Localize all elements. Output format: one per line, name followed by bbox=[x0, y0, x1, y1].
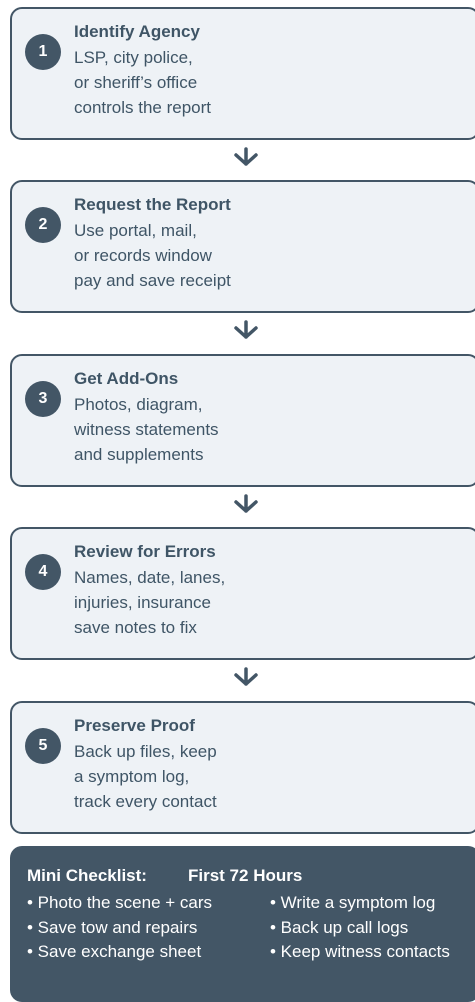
checklist-item: • Save exchange sheet bbox=[27, 942, 202, 961]
step-text-line: or records window bbox=[74, 246, 212, 265]
step-text-line: injuries, insurance bbox=[74, 593, 212, 612]
step-title: Get Add-Ons bbox=[74, 369, 179, 388]
step-number-badge: 2 bbox=[25, 207, 61, 243]
arrow-down-icon bbox=[234, 320, 258, 339]
step-text-line: Back up files, keep bbox=[74, 742, 217, 761]
step-text-line: Use portal, mail, bbox=[74, 221, 197, 240]
checklist-timeframe: First 72 Hours bbox=[188, 866, 303, 885]
step-text-line: or sheriff’s office bbox=[74, 73, 198, 92]
step-card-2: 2 Request the Report Use portal, mail, o… bbox=[10, 180, 475, 313]
step-title: Preserve Proof bbox=[74, 716, 195, 735]
checklist-item: • Keep witness contacts bbox=[270, 942, 450, 961]
checklist-item: • Photo the scene + cars bbox=[27, 893, 213, 912]
step-text-line: Names, date, lanes, bbox=[74, 568, 226, 587]
arrow-down-icon bbox=[234, 667, 258, 686]
step-text-line: save notes to fix bbox=[74, 618, 197, 637]
step-number-badge: 3 bbox=[25, 381, 61, 417]
step-title: Identify Agency bbox=[74, 22, 200, 41]
step-text-line: controls the report bbox=[74, 98, 212, 117]
step-number-badge: 5 bbox=[25, 728, 61, 764]
step-title: Review for Errors bbox=[74, 542, 216, 561]
step-title: Request the Report bbox=[74, 195, 231, 214]
step-text-line: witness statements bbox=[74, 420, 219, 439]
step-text-line: and supplements bbox=[74, 445, 204, 464]
step-card-3: 3 Get Add-Ons Photos, diagram, witness s… bbox=[10, 354, 475, 487]
step-text-line: a symptom log, bbox=[74, 767, 190, 786]
checklist-item: • Write a symptom log bbox=[270, 893, 436, 912]
step-text-line: track every contact bbox=[74, 792, 217, 811]
checklist-item: • Save tow and repairs bbox=[27, 918, 198, 937]
step-number-badge: 1 bbox=[25, 34, 61, 70]
step-text-line: LSP, city police, bbox=[74, 48, 193, 67]
checklist-title: Mini Checklist: bbox=[27, 866, 147, 885]
checklist-item: • Back up call logs bbox=[270, 918, 409, 937]
arrow-down-icon bbox=[234, 147, 258, 166]
step-card-1: 1 Identify Agency LSP, city police, or s… bbox=[10, 7, 475, 140]
step-text-line: pay and save receipt bbox=[74, 271, 231, 290]
step-card-4: 4 Review for Errors Names, date, lanes, … bbox=[10, 527, 475, 660]
step-text-line: Photos, diagram, bbox=[74, 395, 203, 414]
mini-checklist-panel: Mini Checklist: First 72 Hours • Photo t… bbox=[10, 846, 475, 1002]
arrow-down-icon bbox=[234, 494, 258, 513]
step-card-5: 5 Preserve Proof Back up files, keep a s… bbox=[10, 701, 475, 834]
step-number-badge: 4 bbox=[25, 554, 61, 590]
